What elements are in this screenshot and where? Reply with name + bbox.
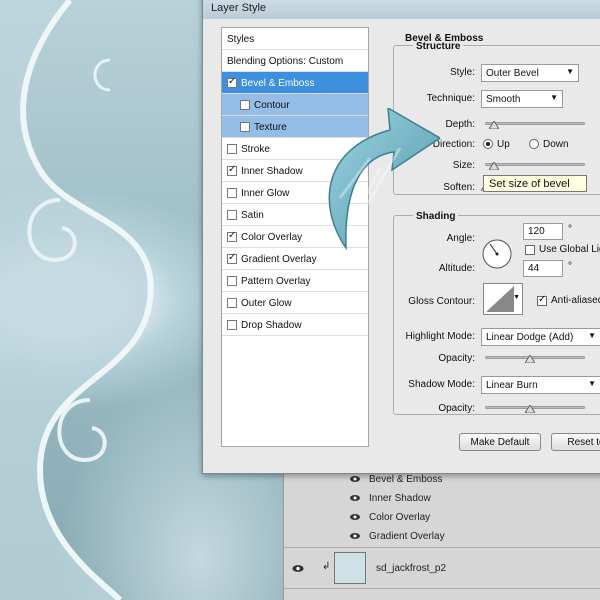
slider-thumb-icon[interactable] [489, 121, 499, 129]
style-item-label: Outer Glow [241, 298, 292, 309]
style-checkbox[interactable] [240, 122, 250, 132]
global-light-label: Use Global Lig [539, 244, 600, 255]
eye-icon[interactable] [350, 494, 360, 502]
layers-panel: Bevel & Emboss Inner Shadow Color Overla… [283, 470, 600, 600]
gloss-contour-picker[interactable]: ▼ [483, 283, 523, 315]
style-checkbox[interactable] [227, 164, 237, 176]
technique-select[interactable]: Smooth ▼ [481, 90, 563, 108]
style-checkbox[interactable] [227, 276, 237, 286]
technique-label: Technique: [426, 93, 475, 104]
direction-down-label: Down [543, 139, 569, 150]
highlight-mode-select[interactable]: Linear Dodge (Add) ▼ [481, 328, 600, 346]
anti-aliased-checkbox[interactable] [537, 294, 547, 306]
styles-header[interactable]: Styles [222, 28, 368, 50]
shadow-opacity-slider[interactable] [485, 406, 585, 409]
effect-label: Bevel & Emboss [369, 474, 443, 485]
style-checkbox[interactable] [227, 76, 237, 88]
direction-down-radio[interactable] [529, 139, 539, 149]
style-checkbox[interactable] [227, 252, 237, 264]
slider-thumb-icon[interactable] [525, 405, 535, 413]
angle-input[interactable]: 120 [523, 223, 563, 240]
gloss-contour-label: Gloss Contour: [408, 296, 475, 307]
layer-effect-row[interactable]: Gradient Overlay [284, 527, 600, 547]
effect-label: Gradient Overlay [369, 531, 445, 542]
layer-effect-row[interactable]: Inner Shadow [284, 489, 600, 509]
layer-effect-row[interactable]: Color Overlay [284, 508, 600, 528]
highlight-mode-label: Highlight Mode: [405, 331, 475, 342]
shadow-opacity-label: Opacity: [438, 403, 475, 414]
chevron-down-icon: ▼ [550, 93, 558, 102]
style-item-label: Inner Shadow [241, 166, 303, 177]
style-item-label: Drop Shadow [241, 320, 302, 331]
anti-aliased-label: Anti-aliased [551, 295, 600, 306]
style-checkbox[interactable] [227, 230, 237, 242]
angle-degree: ° [568, 224, 572, 235]
style-checkbox[interactable] [227, 298, 237, 308]
style-checkbox[interactable] [227, 144, 237, 154]
altitude-degree: ° [568, 261, 572, 272]
style-item-outer-glow[interactable]: Outer Glow [222, 292, 368, 314]
effect-label: Color Overlay [369, 512, 431, 523]
shadow-mode-label: Shadow Mode: [408, 379, 475, 390]
contour-preview-icon [486, 286, 514, 312]
shadow-mode-select[interactable]: Linear Burn ▼ [481, 376, 600, 394]
eye-icon[interactable] [350, 513, 360, 521]
depth-slider[interactable] [485, 122, 585, 125]
style-item-label: Color Overlay [241, 232, 303, 243]
curved-arrow-icon [328, 108, 440, 251]
make-default-button[interactable]: Make Default [459, 433, 541, 451]
dialog-titlebar[interactable]: Layer Style [203, 0, 600, 19]
style-item-pattern-overlay[interactable]: Pattern Overlay [222, 270, 368, 292]
layer-thumbnail[interactable] [334, 552, 366, 584]
style-item-blending-options-custom[interactable]: Blending Options: Custom [222, 50, 368, 72]
highlight-opacity-slider[interactable] [485, 356, 585, 359]
size-slider[interactable] [485, 163, 585, 166]
style-item-label: Gradient Overlay [241, 254, 317, 265]
style-select[interactable]: Outer Bevel ▼ [481, 64, 579, 82]
dialog-title: Layer Style [211, 2, 267, 14]
layer-row[interactable]: ↲ sd_jackfrost_p2 [284, 547, 600, 589]
eye-icon[interactable] [350, 475, 360, 483]
style-item-bevel-emboss[interactable]: Bevel & Emboss [222, 72, 368, 94]
style-checkbox[interactable] [227, 320, 237, 330]
style-item-label: Contour [254, 100, 290, 111]
altitude-input[interactable]: 44 [523, 260, 563, 277]
slider-thumb-icon[interactable] [489, 162, 499, 170]
style-checkbox[interactable] [240, 100, 250, 110]
tooltip: Set size of bevel [483, 175, 587, 192]
direction-up-radio[interactable] [483, 139, 493, 149]
eye-icon[interactable] [350, 532, 360, 540]
reset-button[interactable]: Reset to [551, 433, 600, 451]
style-item-label: Bevel & Emboss [241, 78, 315, 89]
effect-label: Inner Shadow [369, 493, 431, 504]
highlight-opacity-label: Opacity: [438, 353, 475, 364]
altitude-label: Altitude: [438, 263, 475, 274]
layer-name[interactable]: sd_jackfrost_p2 [376, 563, 446, 574]
decorative-swirl [0, 0, 154, 600]
style-checkbox[interactable] [227, 210, 237, 220]
chevron-down-icon: ▼ [588, 379, 596, 388]
style-label: Style: [449, 67, 475, 78]
chevron-down-icon: ▼ [513, 294, 520, 301]
structure-title: Structure [413, 41, 464, 52]
style-item-label: Texture [254, 122, 287, 133]
style-item-label: Blending Options: Custom [227, 56, 344, 67]
direction-up-label: Up [497, 139, 510, 150]
clip-arrow-icon: ↲ [322, 561, 331, 572]
style-item-label: Pattern Overlay [241, 276, 311, 287]
global-light-checkbox[interactable] [525, 245, 535, 255]
eye-icon[interactable] [292, 564, 304, 573]
chevron-down-icon: ▼ [588, 331, 596, 340]
style-item-drop-shadow[interactable]: Drop Shadow [222, 314, 368, 336]
chevron-down-icon: ▼ [566, 67, 574, 76]
slider-thumb-icon[interactable] [525, 355, 535, 363]
style-item-label: Satin [241, 210, 264, 221]
style-item-label: Inner Glow [241, 188, 290, 199]
style-item-label: Stroke [241, 144, 270, 155]
style-checkbox[interactable] [227, 188, 237, 198]
angle-dial-icon[interactable] [482, 239, 512, 269]
